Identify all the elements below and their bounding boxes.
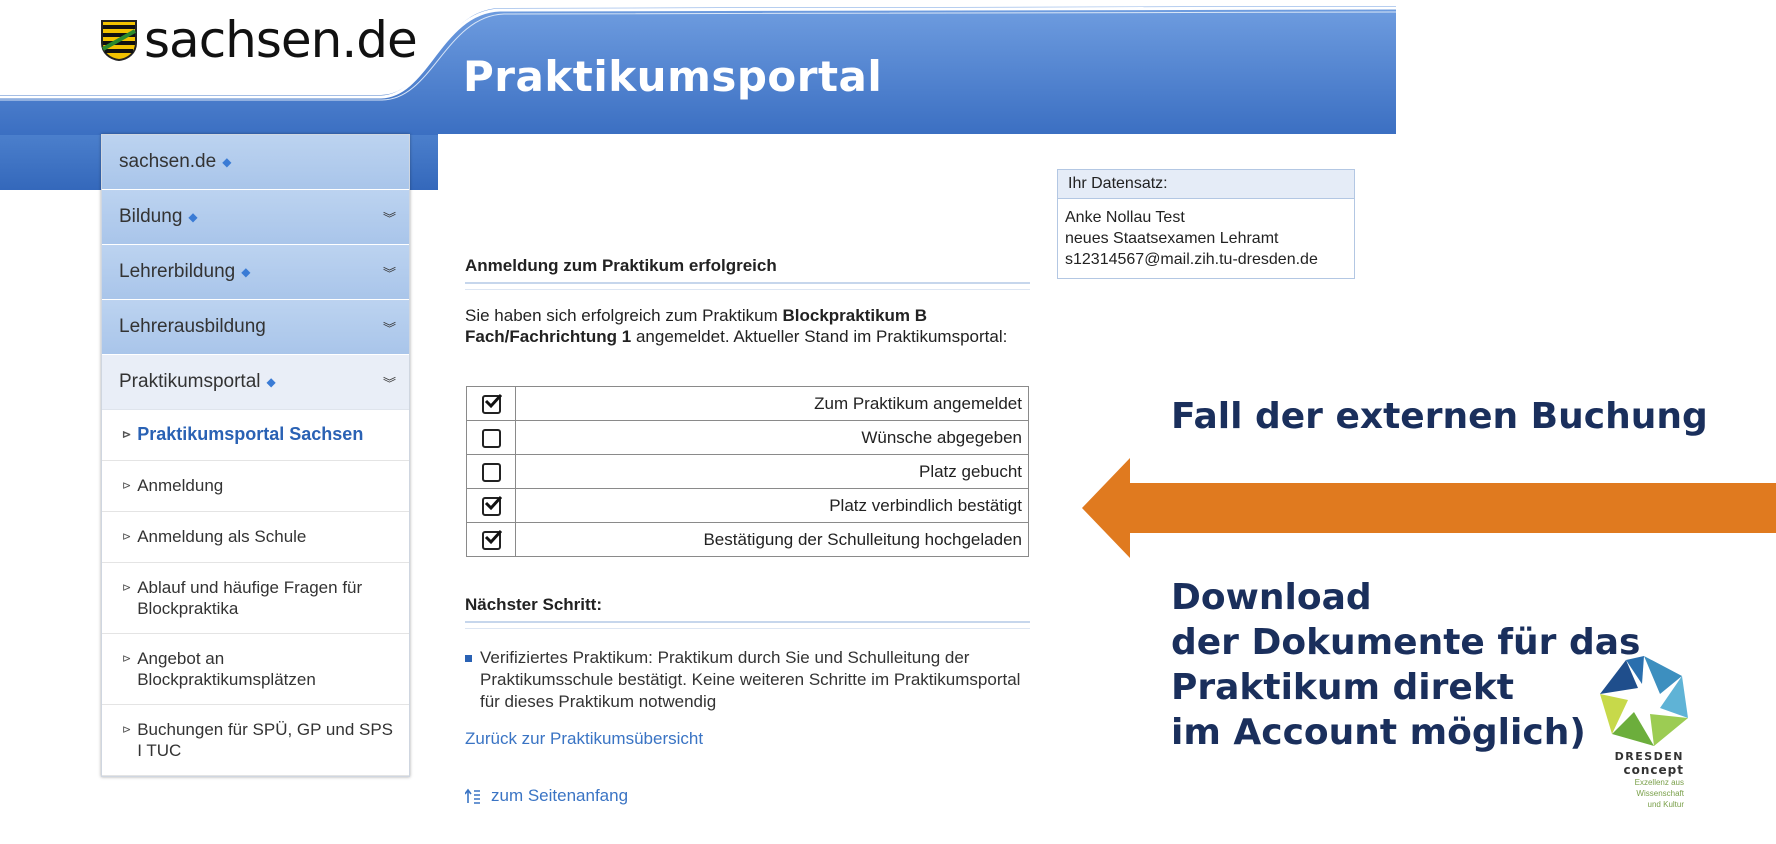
dresden-concept-concept: concept <box>1623 763 1684 777</box>
user-data-body: Anke Nollau Test neues Staatsexamen Lehr… <box>1058 199 1354 278</box>
back-to-top-label: zum Seitenanfang <box>491 786 629 805</box>
back-to-top-link[interactable]: zum Seitenanfang <box>465 786 628 806</box>
dresden-concept-name: DRESDEN <box>1614 750 1684 763</box>
status-label: Platz gebucht <box>515 454 1029 489</box>
checkbox-checked-icon <box>481 529 502 550</box>
sidebar-subitem-angebot[interactable]: ⊳ Angebot an Blockpraktikumsplätzen <box>102 634 409 705</box>
chevron-double-down-icon: ︾ <box>382 210 396 226</box>
bullet-triangle-icon: ⊳ <box>122 480 132 492</box>
diamond-icon: ◆ <box>241 264 251 279</box>
sidebar-subitem-label: Ablauf und häufige Fragen für Blockprakt… <box>137 578 363 618</box>
intro-text: Sie haben sich erfolgreich zum Praktikum… <box>465 305 1025 347</box>
sidebar-subitem-buchungen[interactable]: ⊳ Buchungen für SPÜ, GP und SPS I TUC <box>102 705 409 776</box>
sidebar-subitem-anmeldung-schule[interactable]: ⊳ Anmeldung als Schule <box>102 512 409 563</box>
next-step-title: Nächster Schritt: <box>465 595 602 614</box>
sidebar-item-label: Lehrerausbildung <box>119 316 266 337</box>
annotation-line: Download <box>1171 577 1372 618</box>
dresden-concept-tagline: Exzellenz aus <box>1634 778 1684 787</box>
status-table: Zum Praktikum angemeldet Wünsche abgegeb… <box>466 386 1029 557</box>
sidebar-subitem-label: Praktikumsportal Sachsen <box>137 424 364 444</box>
user-email: s12314567@mail.zih.tu-dresden.de <box>1065 251 1318 268</box>
sidebar-subitem-anmeldung[interactable]: ⊳ Anmeldung <box>102 461 409 512</box>
checkbox-checked-icon <box>481 393 502 414</box>
user-name: Anke Nollau Test <box>1065 209 1185 226</box>
sidebar-subitem-label: Anmeldung als Schule <box>137 527 307 546</box>
next-step-list-item: Verifiziertes Praktikum: Praktikum durch… <box>465 647 1035 713</box>
status-label: Zum Praktikum angemeldet <box>515 386 1029 421</box>
annotation-line: der Dokumente für das <box>1171 622 1641 663</box>
bullet-triangle-icon: ⊳ <box>122 429 132 441</box>
status-label: Wünsche abgegeben <box>515 420 1029 455</box>
sidebar-subitem-ablauf-fragen[interactable]: ⊳ Ablauf und häufige Fragen für Blockpra… <box>102 563 409 634</box>
intro-suffix: angemeldet. Aktueller Stand im Praktikum… <box>631 327 1008 346</box>
sidebar-nav: sachsen.de ◆ Bildung ◆ ︾ Lehrerbildung ◆ ︾ … <box>101 134 410 777</box>
sidebar-item-lehrerbildung[interactable]: Lehrerbildung ◆ ︾ <box>102 245 409 300</box>
dresden-concept-tagline: und Kultur <box>1647 800 1684 809</box>
annotation-line: im Account möglich) <box>1171 712 1586 753</box>
bullet-triangle-icon: ⊳ <box>122 582 132 594</box>
success-title: Anmeldung zum Praktikum erfolgreich <box>465 256 777 275</box>
sidebar-item-label: Lehrerbildung <box>119 261 236 282</box>
table-row: Wünsche abgegeben <box>466 420 1029 455</box>
bullet-triangle-icon: ⊳ <box>122 531 132 543</box>
site-logo[interactable]: sachsen.de <box>100 10 418 70</box>
bullet-triangle-icon: ⊳ <box>122 653 132 665</box>
square-bullet-icon <box>465 655 472 662</box>
chevron-double-down-icon: ︾ <box>382 320 396 336</box>
intro-prefix: Sie haben sich erfolgreich zum Praktikum <box>465 306 783 325</box>
section-divider <box>465 282 1030 290</box>
checkbox-empty-icon <box>481 462 501 482</box>
annotation-arrow-left-icon <box>1082 458 1776 558</box>
portal-title: Praktikumsportal <box>463 52 883 101</box>
diamond-icon: ◆ <box>188 209 198 224</box>
success-section-header: Anmeldung zum Praktikum erfolgreich <box>465 256 1030 290</box>
table-row: Platz gebucht <box>466 454 1029 489</box>
annotation-line: Praktikum direkt <box>1171 667 1514 708</box>
annotation-heading: Fall der externen Buchung <box>1171 396 1708 437</box>
next-step-section-header: Nächster Schritt: <box>465 595 1030 629</box>
dresden-concept-tagline: Wissenschaft <box>1636 789 1684 798</box>
checkbox-empty-icon <box>481 428 501 448</box>
sidebar-subitem-label: Angebot an Blockpraktikumsplätzen <box>137 649 316 689</box>
diamond-icon: ◆ <box>222 154 232 169</box>
table-row: Bestätigung der Schulleitung hochgeladen <box>466 522 1029 557</box>
dresden-concept-wordmark: DRESDEN concept Exzellenz aus Wissenscha… <box>1594 750 1684 810</box>
sidebar-item-label: Praktikumsportal <box>119 371 261 392</box>
user-program: neues Staatsexamen Lehramt <box>1065 230 1279 247</box>
back-to-overview-link[interactable]: Zurück zur Praktikumsübersicht <box>465 729 703 749</box>
bullet-triangle-icon: ⊳ <box>122 724 132 736</box>
sidebar-subitem-praktikumsportal-sachsen[interactable]: ⊳ Praktikumsportal Sachsen <box>102 410 409 461</box>
chevron-double-down-icon: ︾ <box>382 375 396 391</box>
annotation-download-note: Download der Dokumente für das Praktikum… <box>1171 575 1640 755</box>
saxony-coat-of-arms-icon <box>101 20 137 61</box>
table-row: Platz verbindlich bestätigt <box>466 488 1029 523</box>
chevron-double-down-icon: ︾ <box>382 265 396 281</box>
sidebar-item-sachsen-de[interactable]: sachsen.de ◆ <box>102 135 409 190</box>
diamond-icon: ◆ <box>266 374 276 389</box>
sidebar-item-praktikumsportal[interactable]: Praktikumsportal ◆ ︾ <box>102 355 409 410</box>
sidebar-subitem-label: Anmeldung <box>137 476 224 495</box>
user-data-box: Ihr Datensatz: Anke Nollau Test neues St… <box>1057 169 1355 279</box>
next-step-text: Verifiziertes Praktikum: Praktikum durch… <box>480 648 1021 711</box>
sidebar-item-label: Bildung <box>119 206 183 227</box>
sidebar-item-bildung[interactable]: Bildung ◆ ︾ <box>102 190 409 245</box>
checkbox-checked-icon <box>481 495 502 516</box>
scroll-to-top-icon <box>465 788 480 804</box>
status-label: Bestätigung der Schulleitung hochgeladen <box>515 522 1029 557</box>
section-divider <box>465 621 1030 629</box>
sidebar-item-lehrerausbildung[interactable]: Lehrerausbildung ︾ <box>102 300 409 355</box>
dresden-concept-logo-icon <box>1600 656 1688 746</box>
logo-text: sachsen.de <box>144 11 418 69</box>
sidebar-subitem-label: Buchungen für SPÜ, GP und SPS I TUC <box>137 720 394 760</box>
user-data-title: Ihr Datensatz: <box>1058 170 1354 199</box>
sidebar-item-label: sachsen.de <box>119 151 217 172</box>
table-row: Zum Praktikum angemeldet <box>466 386 1029 421</box>
status-label: Platz verbindlich bestätigt <box>515 488 1029 523</box>
